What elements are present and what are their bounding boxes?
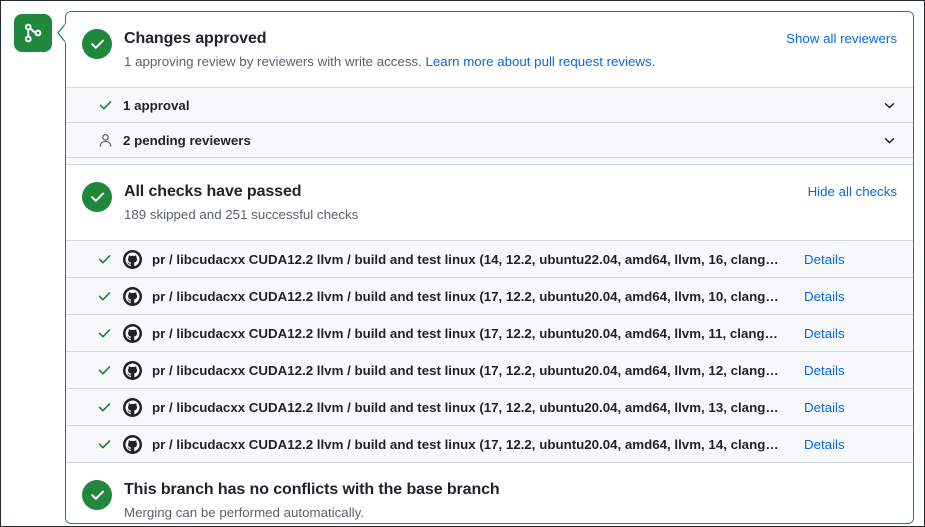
check-icon bbox=[96, 325, 112, 341]
check-details-link[interactable]: Details bbox=[804, 326, 845, 341]
check-name: pr / libcudacxx CUDA12.2 llvm / build an… bbox=[152, 288, 779, 304]
check-details-link[interactable]: Details bbox=[804, 289, 845, 304]
review-status-text: Changes approved 1 approving review by r… bbox=[124, 28, 772, 71]
conflict-status-text: This branch has no conflicts with the ba… bbox=[124, 479, 897, 522]
timeline-merge-badge bbox=[14, 14, 52, 52]
conflict-status-section: This branch has no conflicts with the ba… bbox=[66, 462, 913, 523]
checkmark-glyph bbox=[90, 490, 104, 500]
check-details-link[interactable]: Details bbox=[804, 252, 845, 267]
checks-list: pr / libcudacxx CUDA12.2 llvm / build an… bbox=[66, 240, 913, 462]
github-octocat-icon bbox=[122, 249, 142, 269]
check-icon bbox=[96, 399, 112, 415]
check-row[interactable]: pr / libcudacxx CUDA12.2 llvm / build an… bbox=[66, 425, 913, 462]
check-circle-icon bbox=[82, 480, 112, 510]
check-circle-icon bbox=[82, 182, 112, 212]
review-status-subtitle: 1 approving review by reviewers with wri… bbox=[124, 52, 772, 71]
git-merge-icon bbox=[24, 23, 42, 43]
merge-status-box: Changes approved 1 approving review by r… bbox=[65, 11, 914, 524]
chevron-down-icon[interactable] bbox=[881, 97, 897, 113]
check-row[interactable]: pr / libcudacxx CUDA12.2 llvm / build an… bbox=[66, 277, 913, 314]
check-row[interactable]: pr / libcudacxx CUDA12.2 llvm / build an… bbox=[66, 314, 913, 351]
reviewer-row-pending[interactable]: 2 pending reviewers bbox=[66, 122, 913, 157]
github-octocat-icon bbox=[122, 434, 142, 454]
callout-arrow-icon bbox=[57, 23, 67, 43]
check-name: pr / libcudacxx CUDA12.2 llvm / build an… bbox=[152, 325, 778, 341]
github-octocat-icon bbox=[122, 360, 142, 380]
check-row[interactable]: pr / libcudacxx CUDA12.2 llvm / build an… bbox=[66, 240, 913, 277]
checkmark-glyph bbox=[90, 39, 104, 49]
check-name: pr / libcudacxx CUDA12.2 llvm / build an… bbox=[152, 362, 779, 378]
review-status-section: Changes approved 1 approving review by r… bbox=[66, 12, 913, 87]
check-icon bbox=[96, 436, 112, 452]
check-details-link[interactable]: Details bbox=[804, 437, 845, 452]
check-name: pr / libcudacxx CUDA12.2 llvm / build an… bbox=[152, 436, 779, 452]
check-row[interactable]: pr / libcudacxx CUDA12.2 llvm / build an… bbox=[66, 388, 913, 425]
conflict-status-title: This branch has no conflicts with the ba… bbox=[124, 481, 500, 498]
check-details-link[interactable]: Details bbox=[804, 400, 845, 415]
check-name: pr / libcudacxx CUDA12.2 llvm / build an… bbox=[152, 251, 779, 267]
conflict-status-subtitle: Merging can be performed automatically. bbox=[124, 505, 364, 520]
chevron-down-icon[interactable] bbox=[881, 132, 897, 148]
show-all-reviewers-link[interactable]: Show all reviewers bbox=[786, 31, 897, 46]
check-icon bbox=[96, 362, 112, 378]
section-divider bbox=[66, 157, 913, 165]
checks-status-section: All checks have passed 189 skipped and 2… bbox=[66, 165, 913, 240]
check-details-link[interactable]: Details bbox=[804, 363, 845, 378]
github-octocat-icon bbox=[122, 397, 142, 417]
check-circle-icon bbox=[82, 29, 112, 59]
checks-status-subtitle: 189 skipped and 251 successful checks bbox=[124, 207, 359, 222]
check-row[interactable]: pr / libcudacxx CUDA12.2 llvm / build an… bbox=[66, 351, 913, 388]
checks-status-title: All checks have passed bbox=[124, 183, 302, 200]
checks-status-text: All checks have passed 189 skipped and 2… bbox=[124, 181, 794, 224]
check-icon bbox=[96, 251, 112, 267]
reviewer-row-approval[interactable]: 1 approval bbox=[66, 87, 913, 122]
review-status-subtitle-text: 1 approving review by reviewers with wri… bbox=[124, 54, 426, 69]
check-name: pr / libcudacxx CUDA12.2 llvm / build an… bbox=[152, 399, 779, 415]
review-status-title: Changes approved bbox=[124, 30, 267, 47]
pull-request-merge-status-panel: Changes approved 1 approving review by r… bbox=[0, 0, 925, 527]
github-octocat-icon bbox=[122, 286, 142, 306]
check-icon bbox=[96, 96, 114, 114]
reviewer-row-label: 1 approval bbox=[123, 97, 190, 113]
learn-more-pull-request-reviews-link[interactable]: Learn more about pull request reviews. bbox=[426, 54, 656, 69]
reviewer-row-label: 2 pending reviewers bbox=[123, 132, 251, 148]
github-octocat-icon bbox=[122, 323, 142, 343]
checkmark-glyph bbox=[90, 192, 104, 202]
hide-all-checks-link[interactable]: Hide all checks bbox=[808, 184, 897, 199]
check-icon bbox=[96, 288, 112, 304]
person-icon bbox=[96, 131, 114, 149]
